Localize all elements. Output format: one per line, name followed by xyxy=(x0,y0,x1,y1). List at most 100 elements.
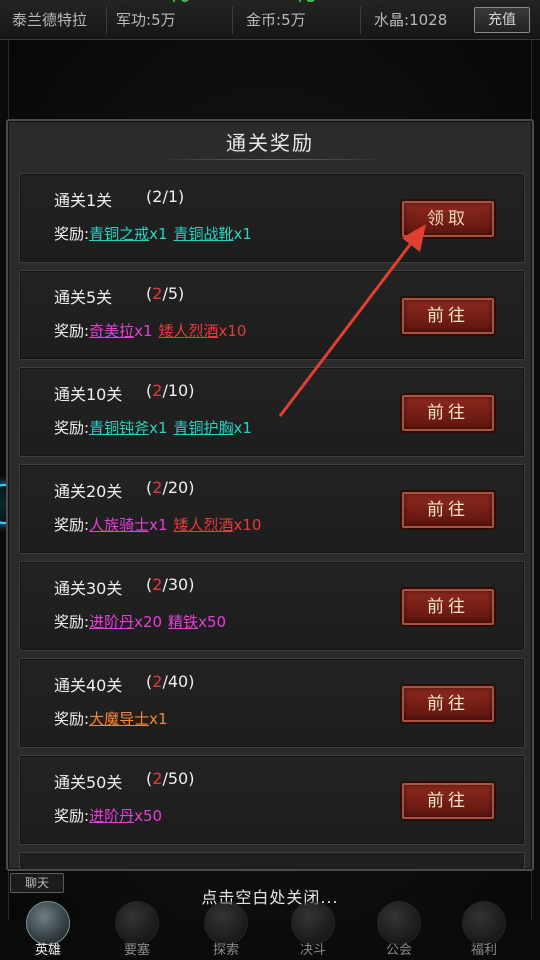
reward-card: 通关20关 (2/20) 奖励:人族骑士x1 矮人烈酒x10 前往 xyxy=(19,464,525,554)
stage-progress: (2/20) xyxy=(146,478,194,497)
reward-item-link[interactable]: 进阶丹 xyxy=(89,807,134,825)
nav-label: 公会 xyxy=(385,943,412,958)
reward-card: 通关50关 (2/50) 奖励:进阶丹x50 前往 xyxy=(19,755,525,845)
bottom-nav: 英雄 要塞 探索 决斗 公会 福利 xyxy=(0,895,540,960)
reward-item-link[interactable]: 精铁 xyxy=(168,613,198,631)
stage-progress: (2/40) xyxy=(146,672,194,691)
stage-label: 通关30关 xyxy=(54,579,123,598)
nav-label: 要塞 xyxy=(123,943,150,958)
claim-button[interactable]: 领取 xyxy=(402,201,494,237)
reward-quantity: x20 xyxy=(134,613,163,631)
reward-item-link[interactable]: 青铜战靴 xyxy=(174,225,234,243)
recharge-button[interactable]: 充值 xyxy=(474,7,530,33)
reward-quantity: x1 xyxy=(233,225,252,243)
gold: 金币:5万 +8 xyxy=(246,0,315,40)
reward-list: 奖励:奇美拉x1 矮人烈酒x10 xyxy=(54,320,252,341)
stage-label: 通关1关 xyxy=(54,191,113,210)
reward-quantity: x50 xyxy=(198,613,227,631)
nav-item[interactable]: 决斗 xyxy=(283,895,343,960)
reward-card: 通关40关 (2/40) 奖励:大魔导士x1 前往 xyxy=(19,658,525,748)
gold-value: 5万 xyxy=(281,11,306,29)
nav-item[interactable]: 要塞 xyxy=(107,895,167,960)
reward-quantity: x1 xyxy=(149,419,168,437)
reward-card: 通关30关 (2/30) 奖励:进阶丹x20 精铁x50 前往 xyxy=(19,561,525,651)
stage-progress: (2/5) xyxy=(146,284,184,303)
reward-item-link[interactable]: 矮人烈酒 xyxy=(159,322,219,340)
title-divider xyxy=(158,159,386,160)
reward-item-link[interactable]: 矮人烈酒 xyxy=(174,516,234,534)
progress-current: 2 xyxy=(152,478,163,497)
reward-prefix: 奖励: xyxy=(54,516,90,534)
reward-card: 通关10关 (2/10) 奖励:青铜钝斧x1 青铜护胸x1 前往 xyxy=(19,367,525,457)
stage-progress: (2/50) xyxy=(146,769,194,788)
reward-list: 奖励:青铜之戒x1 青铜战靴x1 xyxy=(54,223,258,244)
reward-item-link[interactable]: 人族骑士 xyxy=(89,516,149,534)
gold-label: 金币: xyxy=(246,11,282,29)
progress-total: /20) xyxy=(162,478,195,497)
stage-progress: (2/1) xyxy=(146,187,184,206)
divider xyxy=(232,6,233,34)
reward-quantity: x1 xyxy=(149,710,168,728)
stage-label: 通关20关 xyxy=(54,482,123,501)
reward-quantity: x1 xyxy=(149,516,168,534)
top-status-bar: 泰兰德特拉 军功:5万 +6 金币:5万 +8 水晶:1028 充值 xyxy=(0,0,540,40)
nav-item[interactable]: 公会 xyxy=(369,895,429,960)
divider xyxy=(106,6,107,34)
progress-current: 2 xyxy=(152,769,163,788)
nav-label: 福利 xyxy=(470,943,497,958)
goto-button[interactable]: 前往 xyxy=(402,395,494,431)
reward-item-link[interactable]: 进阶丹 xyxy=(89,613,134,631)
goto-button[interactable]: 前往 xyxy=(402,589,494,625)
stage-label: 通关10关 xyxy=(54,385,123,404)
stage-label: 通关40关 xyxy=(54,676,123,695)
reward-list: 奖励:人族骑士x1 矮人烈酒x10 xyxy=(54,514,267,535)
reward-list: 奖励:进阶丹x20 精铁x50 xyxy=(54,611,232,632)
stage-progress: (2/10) xyxy=(146,381,194,400)
stage-progress: (2/30) xyxy=(146,575,194,594)
progress-current: 2 xyxy=(152,575,163,594)
goto-button[interactable]: 前往 xyxy=(402,686,494,722)
crystal-value: 1028 xyxy=(409,11,448,29)
nav-label: 探索 xyxy=(212,943,239,958)
military-merit-label: 军功: xyxy=(116,11,152,29)
reward-quantity: x50 xyxy=(134,807,163,825)
reward-card-partial xyxy=(19,852,525,869)
nav-item[interactable]: 福利 xyxy=(454,895,514,960)
nav-label: 英雄 xyxy=(34,943,61,958)
reward-list: 奖励:大魔导士x1 xyxy=(54,708,174,729)
goto-button[interactable]: 前往 xyxy=(402,492,494,528)
crystal: 水晶:1028 xyxy=(374,0,447,40)
reward-quantity: x1 xyxy=(149,225,168,243)
nav-item[interactable]: 探索 xyxy=(196,895,256,960)
gold-gain: +8 xyxy=(294,0,315,8)
reward-item-link[interactable]: 大魔导士 xyxy=(89,710,149,728)
progress-current: 2 xyxy=(152,672,163,691)
nav-label: 决斗 xyxy=(299,943,326,958)
progress-total: /50) xyxy=(162,769,195,788)
reward-item-link[interactable]: 青铜之戒 xyxy=(89,225,149,243)
goto-button[interactable]: 前往 xyxy=(402,298,494,334)
reward-item-link[interactable]: 青铜护胸 xyxy=(174,419,234,437)
player-name[interactable]: 泰兰德特拉 xyxy=(12,0,87,40)
nav-item[interactable]: 英雄 xyxy=(18,895,78,960)
panel-title: 通关奖励 xyxy=(226,131,314,155)
crystal-label: 水晶: xyxy=(374,11,410,29)
reward-prefix: 奖励: xyxy=(54,807,90,825)
progress-current: 2 xyxy=(152,381,163,400)
progress-total: /1) xyxy=(162,187,185,206)
reward-quantity: x1 xyxy=(233,419,252,437)
goto-button[interactable]: 前往 xyxy=(402,783,494,819)
progress-total: /10) xyxy=(162,381,195,400)
reward-quantity: x1 xyxy=(134,322,153,340)
reward-item-link[interactable]: 青铜钝斧 xyxy=(89,419,149,437)
progress-total: /30) xyxy=(162,575,195,594)
reward-prefix: 奖励: xyxy=(54,322,90,340)
clear-rewards-panel: 通关奖励 通关1关 (2/1) 奖励:青铜之戒x1 青铜战靴x1 领取 通关5关 (2/5)… xyxy=(6,119,534,871)
reward-quantity: x10 xyxy=(218,322,247,340)
reward-item-link[interactable]: 奇美拉 xyxy=(89,322,134,340)
reward-prefix: 奖励: xyxy=(54,419,90,437)
reward-prefix: 奖励: xyxy=(54,225,90,243)
reward-card: 通关1关 (2/1) 奖励:青铜之戒x1 青铜战靴x1 领取 xyxy=(19,173,525,263)
progress-total: /40) xyxy=(162,672,195,691)
reward-list: 奖励:进阶丹x50 xyxy=(54,805,168,826)
